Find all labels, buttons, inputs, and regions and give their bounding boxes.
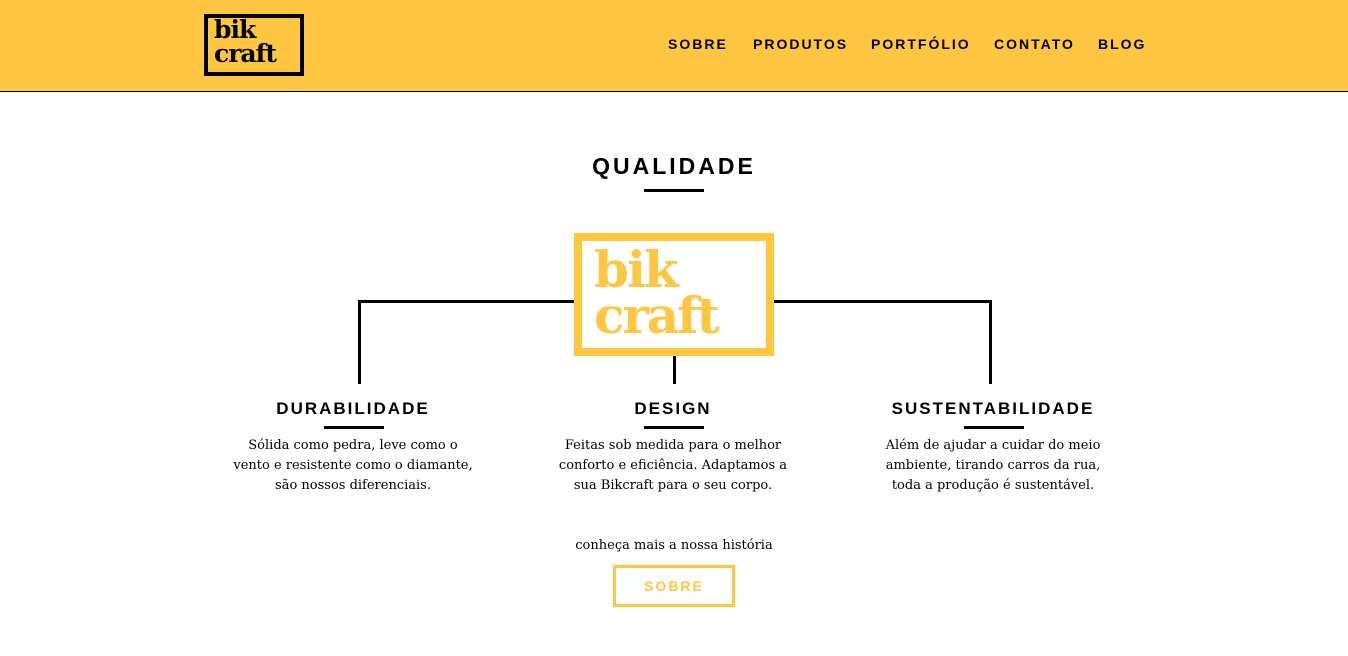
feature-text-design: Feitas sob medida para o melhor conforto…	[558, 438, 788, 493]
connector-right-vertical	[989, 300, 992, 384]
section-title: QUALIDADE	[592, 153, 756, 179]
connector-left-vertical	[358, 300, 361, 384]
feature-text-durabilidade: Sólida como pedra, leve como o vento e r…	[233, 438, 473, 493]
title-underline	[644, 189, 704, 192]
feature-underline	[964, 426, 1024, 429]
diagram-logo-text: bik craft	[594, 240, 720, 345]
nav-item-contato[interactable]: CONTATO	[994, 36, 1075, 52]
diagram-logo: bik craft	[574, 233, 774, 356]
nav-item-produtos[interactable]: PRODUTOS	[753, 36, 848, 52]
connector-left-horizontal	[358, 300, 574, 303]
sobre-button[interactable]: SOBRE	[613, 565, 735, 607]
feature-text-sustentabilidade: Além de ajudar a cuidar do meio ambiente…	[885, 438, 1101, 493]
nav-item-sobre[interactable]: SOBRE	[668, 36, 728, 52]
cta-text: conheça mais a nossa história	[575, 538, 773, 553]
feature-underline	[324, 426, 384, 429]
feature-title-durabilidade: DURABILIDADE	[276, 399, 430, 418]
feature-underline	[644, 426, 704, 429]
nav-item-blog[interactable]: BLOG	[1098, 36, 1146, 52]
feature-title-sustentabilidade: SUSTENTABILIDADE	[891, 399, 1095, 418]
feature-title-design: DESIGN	[634, 399, 712, 418]
site-header: bik craft SOBRE PRODUTOS PORTFÓLIO CONTA…	[0, 0, 1348, 92]
main-nav: SOBRE PRODUTOS PORTFÓLIO CONTATO BLOG	[0, 36, 1348, 54]
nav-item-portfolio[interactable]: PORTFÓLIO	[871, 36, 971, 52]
connector-center-vertical	[673, 356, 676, 384]
connector-right-horizontal	[774, 300, 992, 303]
